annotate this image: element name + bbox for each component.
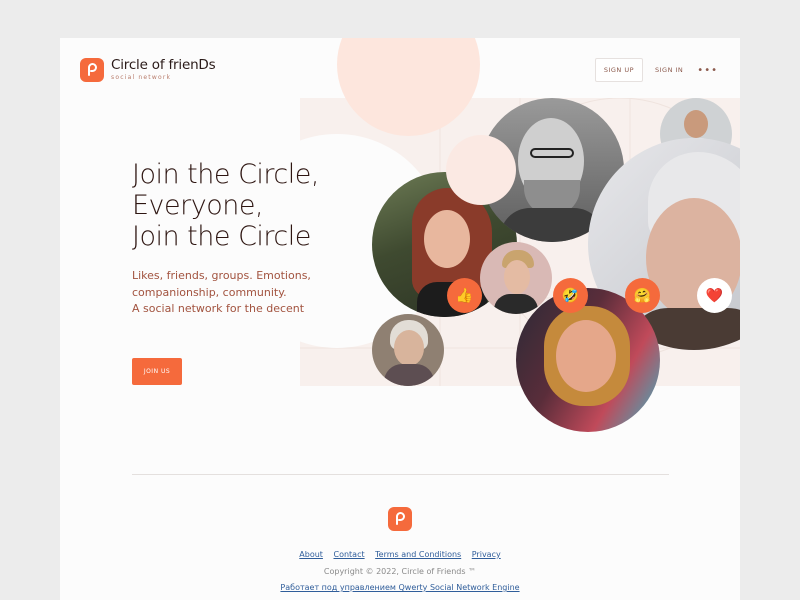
- brand-logo[interactable]: Circle of frienDs social network: [80, 57, 216, 82]
- footer-link-about[interactable]: About: [299, 550, 323, 559]
- powered-by-link[interactable]: Работает под управлением Qwerty Social N…: [280, 583, 519, 592]
- hero-subtitle: Likes, friends, groups. Emotions, compan…: [132, 268, 311, 318]
- hero-headline-line: Everyone,: [132, 190, 264, 221]
- hero-headline: Join the Circle, Everyone, Join the Circ…: [132, 159, 319, 252]
- brand-name: Circle of frienDs: [111, 57, 216, 73]
- footer-link-terms[interactable]: Terms and Conditions: [375, 550, 461, 559]
- hero-subtitle-line: A social network for the decent: [132, 302, 305, 315]
- logo-mark-icon: [80, 58, 104, 82]
- heart-icon[interactable]: ❤️: [697, 278, 732, 313]
- photo-elderly-woman: [372, 314, 444, 386]
- top-nav: SIGN UP SIGN IN •••: [594, 58, 718, 82]
- hero-headline-line: Join the Circle,: [132, 159, 319, 190]
- footer-link-privacy[interactable]: Privacy: [472, 550, 501, 559]
- brand-tagline: social network: [111, 74, 172, 81]
- join-us-button[interactable]: JOIN US: [132, 358, 182, 385]
- hero-subtitle-line: Likes, friends, groups. Emotions,: [132, 269, 311, 282]
- laughing-emoji-icon[interactable]: 🤣: [553, 278, 588, 313]
- footer-divider: [132, 474, 669, 475]
- page-card: Circle of frienDs social network SIGN UP…: [60, 38, 740, 600]
- sign-up-button[interactable]: SIGN UP: [594, 58, 643, 82]
- powered-by: Работает под управлением Qwerty Social N…: [60, 583, 740, 592]
- decor-circle-small: [446, 135, 516, 205]
- more-menu-icon[interactable]: •••: [697, 65, 718, 76]
- sign-in-link[interactable]: SIGN IN: [655, 66, 683, 74]
- hero-headline-line: Join the Circle: [132, 221, 311, 252]
- footer-logo-icon[interactable]: [388, 507, 412, 531]
- footer-link-contact[interactable]: Contact: [333, 550, 364, 559]
- footer-links: About Contact Terms and Conditions Priva…: [60, 550, 740, 559]
- hero-subtitle-line: companionship, community.: [132, 285, 287, 299]
- copyright-text: Copyright © 2022, Circle of Friends ™: [323, 567, 477, 576]
- photo-man-young: [480, 242, 552, 314]
- hugging-emoji-icon[interactable]: 🤗: [625, 278, 660, 313]
- thumbs-up-icon[interactable]: 👍: [447, 278, 482, 313]
